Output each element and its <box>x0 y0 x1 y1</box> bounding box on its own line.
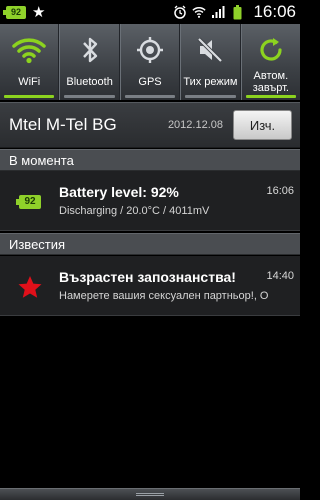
notification-battery[interactable]: 92 Battery level: 92% 16:06 Discharging … <box>0 171 300 231</box>
battery-icon: 92 <box>16 189 44 215</box>
notification-time: 16:06 <box>266 185 294 197</box>
carrier-name: Mtel M-Tel BG <box>9 115 117 134</box>
toggle-gps[interactable]: GPS <box>119 24 181 100</box>
toggle-auto-rotate[interactable]: Автом. завърт. <box>240 24 300 100</box>
battery-icon <box>230 4 244 19</box>
toggle-silent-mode[interactable]: Тих режим <box>180 24 241 100</box>
bluetooth-icon <box>80 30 100 70</box>
quick-settings-panel: WiFi Bluetooth GPS Тих режим Автом. завъ… <box>0 24 300 100</box>
toggle-wifi[interactable]: WiFi <box>0 24 60 100</box>
toggle-silent-mode-indicator <box>185 95 236 98</box>
toggle-auto-rotate-indicator <box>245 95 297 98</box>
notification-title: Battery level: 92% <box>59 184 179 200</box>
toggle-gps-indicator <box>124 95 176 98</box>
section-notifications-header: Известия <box>0 233 300 255</box>
notification-text: Discharging / 20.0°C / 4011mV <box>59 205 210 217</box>
toggle-bluetooth[interactable]: Bluetooth <box>59 24 120 100</box>
toggle-bluetooth-label: Bluetooth <box>66 76 113 88</box>
notification-time: 14:40 <box>266 270 294 282</box>
notification-text: Намерете вашия сексуален партньор!, О <box>59 290 269 302</box>
carrier-row: Mtel M-Tel BG 2012.12.08 Изч. <box>0 102 300 148</box>
toggle-bluetooth-indicator <box>64 95 115 98</box>
notification-title: Възрастен запознанства! <box>59 269 236 285</box>
wifi-icon <box>12 30 46 70</box>
status-icons: 16:06 <box>173 0 296 24</box>
toggle-auto-rotate-label: Автом. завърт. <box>252 70 289 94</box>
status-bar: 92 ★ 16:06 <box>0 0 300 24</box>
battery-notification-icon: 92 <box>3 5 26 19</box>
wifi-icon <box>192 5 207 19</box>
signal-icon <box>211 5 225 19</box>
drag-handle[interactable] <box>0 488 300 500</box>
alarm-icon <box>173 5 187 19</box>
battery-icon-level: 92 <box>16 195 41 209</box>
toggle-gps-label: GPS <box>138 76 162 88</box>
section-ongoing-header: В момента <box>0 149 300 171</box>
gps-icon <box>135 30 165 70</box>
star-icon <box>16 274 44 300</box>
carrier-date: 2012.12.08 <box>167 119 223 131</box>
clock: 16:06 <box>253 2 296 21</box>
star-icon: ★ <box>32 3 46 21</box>
toggle-wifi-indicator <box>4 95 55 98</box>
notification-dating[interactable]: Възрастен запознанства! 14:40 Намерете в… <box>0 256 300 316</box>
rotate-icon <box>256 30 286 70</box>
toggle-silent-mode-label: Тих режим <box>183 76 238 88</box>
mute-icon <box>195 30 225 70</box>
toggle-wifi-label: WiFi <box>18 76 41 88</box>
grip-icon <box>136 493 164 496</box>
clear-notifications-button[interactable]: Изч. <box>233 110 292 140</box>
